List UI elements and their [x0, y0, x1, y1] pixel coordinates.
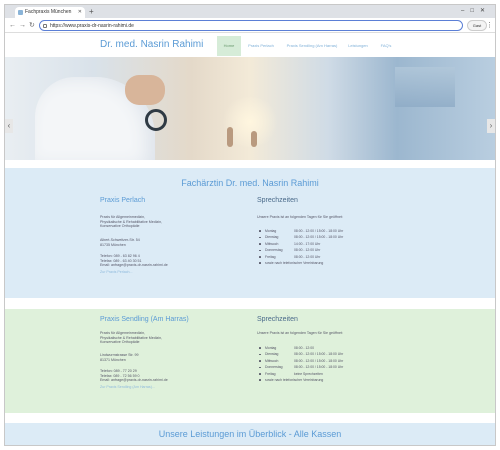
- stethoscope-icon: [145, 109, 167, 131]
- back-icon[interactable]: ←: [9, 20, 16, 31]
- nav-home[interactable]: Home: [217, 36, 241, 56]
- browser-toolbar: ← → ↻ https://www.praxis-dr-nasrin-rahim…: [5, 18, 495, 33]
- section-leistungen: Unsere Leistungen im Überblick - Alle Ka…: [5, 423, 495, 445]
- page-heading: Fachärztin Dr. med. Nasrin Rahimi: [181, 178, 319, 188]
- email-link[interactable]: Email: anfrage@praxis-dr-nasrin-rahimi.d…: [100, 378, 168, 383]
- tab-title: Fachpraxis München: [25, 9, 72, 15]
- slider-prev-button[interactable]: ‹: [5, 119, 13, 133]
- email-link[interactable]: Email: anfrage@praxis-dr-nasrin-rahimi.d…: [100, 263, 168, 268]
- practice-title: Praxis Perlach: [100, 197, 146, 204]
- list-item: sowie nach telefonischer Vereinbarung: [257, 377, 343, 383]
- services-heading: Unsere Leistungen im Überblick - Alle Ka…: [158, 429, 342, 439]
- hours-list: Montag 08:00 - 12:00 Dienstag 08:00 - 12:0…: [257, 345, 343, 383]
- practice-title: Praxis Sendling (Am Harras): [100, 316, 189, 323]
- nav-praxis-sendling[interactable]: Praxis Sendling (Am Harras): [283, 36, 341, 56]
- close-tab-icon[interactable]: ✕: [78, 7, 82, 18]
- hours-title: Sprechzeiten: [257, 316, 298, 323]
- profile-button[interactable]: Gast: [467, 20, 487, 31]
- hours-intro: Unsere Praxis ist an folgenden Tagen für…: [257, 331, 343, 335]
- nav-faq[interactable]: FAQ's: [375, 36, 397, 56]
- address-bar[interactable]: https://www.praxis-dr-nasrin-rahimi.de: [39, 20, 463, 31]
- slider-next-button[interactable]: ›: [487, 119, 495, 133]
- list-item: sowie nach telefonischer Vereinbarung: [257, 260, 343, 266]
- browser-tab[interactable]: Fachpraxis München ✕: [15, 7, 85, 18]
- reload-icon[interactable]: ↻: [29, 20, 35, 31]
- hours-intro: Unsere Praxis ist an folgenden Tagen für…: [257, 215, 343, 219]
- site-brand[interactable]: Dr. med. Nasrin Rahimi: [100, 39, 203, 50]
- tab-strip: Fachpraxis München ✕ + –□✕: [5, 5, 495, 18]
- website: Dr. med. Nasrin Rahimi Home Praxis Perla…: [5, 33, 495, 445]
- favicon-icon: [18, 10, 23, 15]
- practice-link[interactable]: Zur Praxis Sendling (Am Harras)...: [100, 385, 168, 390]
- practice-link[interactable]: Zur Praxis Perlach...: [100, 270, 168, 275]
- browser-window: Fachpraxis München ✕ + –□✕ ← → ↻ https:/…: [4, 4, 496, 446]
- new-tab-icon[interactable]: +: [89, 6, 94, 17]
- section-sendling: Praxis Sendling (Am Harras) Praxis für A…: [5, 309, 495, 413]
- hero-slider[interactable]: ‹ ›: [5, 57, 495, 160]
- nav-praxis-perlach[interactable]: Praxis Perlach: [243, 36, 279, 56]
- hours-list: Montag 08:00 - 12:00 / 15:00 - 18:00 Uhr …: [257, 228, 343, 266]
- menu-icon[interactable]: ⋮: [486, 20, 493, 31]
- hours-title: Sprechzeiten: [257, 197, 298, 204]
- lock-icon: [43, 24, 47, 28]
- window-controls[interactable]: –□✕: [461, 6, 491, 17]
- url-text: https://www.praxis-dr-nasrin-rahimi.de: [50, 23, 134, 29]
- forward-icon[interactable]: →: [19, 20, 26, 31]
- section-perlach: Fachärztin Dr. med. Nasrin Rahimi Praxis…: [5, 168, 495, 298]
- nav-leistungen[interactable]: Leistungen: [343, 36, 373, 56]
